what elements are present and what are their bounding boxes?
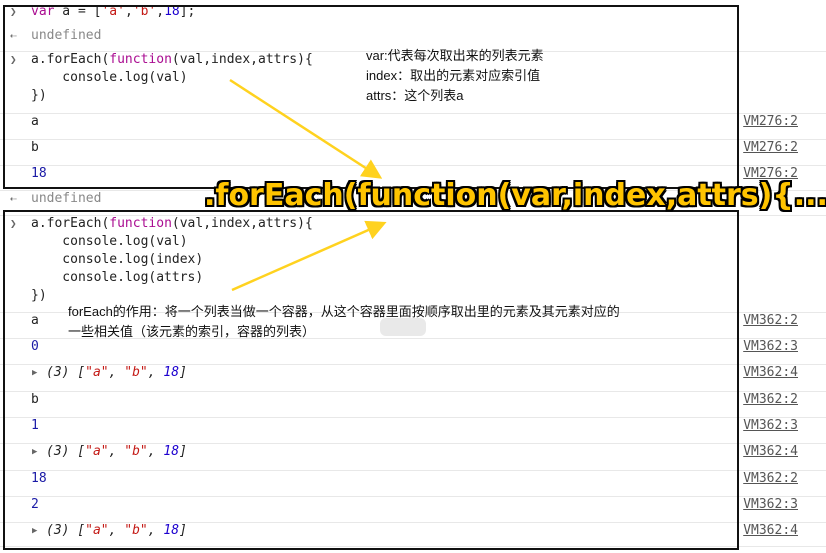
foreach-signature-title: .forEach(function(var,index,attrs){...})	[204, 178, 826, 213]
arrow-bottom	[231, 220, 387, 292]
arrow-top	[229, 78, 383, 179]
annotation-arrows	[229, 78, 387, 292]
